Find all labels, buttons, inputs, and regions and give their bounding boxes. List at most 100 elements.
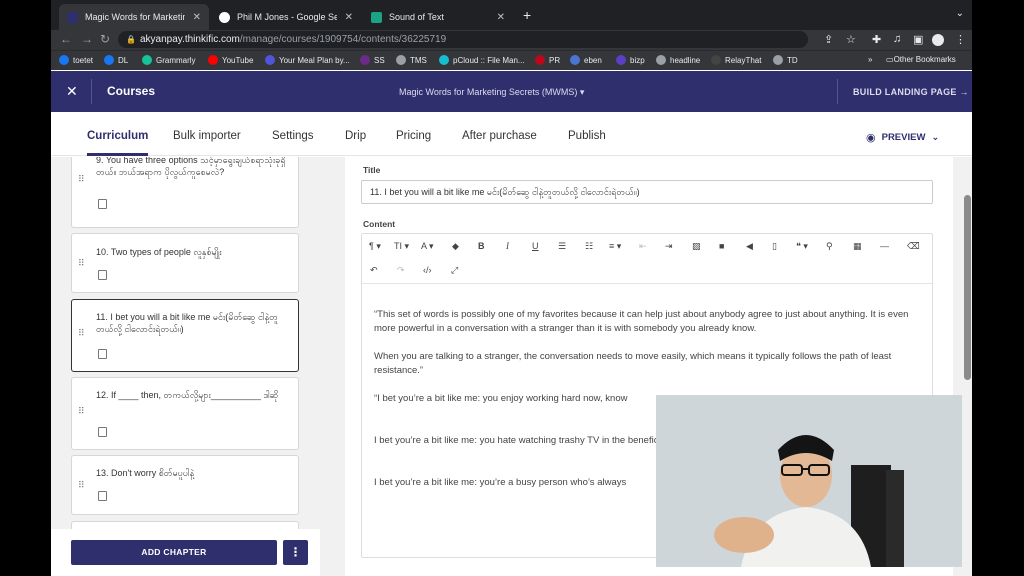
clear-format-icon[interactable]: ⌫ [907,241,920,252]
preview-button[interactable]: ◉ PREVIEW ⌄ [866,131,939,144]
url-host: akyanpay.thinkific.com [140,34,240,45]
tab-search-icon[interactable]: ⌄ [956,8,964,19]
undo-icon[interactable]: ↶ [370,265,378,276]
divider [837,79,838,104]
bookmark-item[interactable]: SS [360,55,385,65]
bookmark-star-icon[interactable]: ☆ [846,33,856,46]
bookmark-item[interactable]: toetet [59,55,93,65]
indent-icon[interactable]: ⇥ [665,241,673,252]
tab-bulk-importer[interactable]: Bulk importer [173,130,241,142]
italic-icon[interactable]: I [506,241,509,251]
google-favicon-icon [219,11,230,23]
ordered-list-icon[interactable]: ☰ [558,241,566,252]
more-options-button[interactable]: ⋮ [283,540,308,565]
bookmark-label: DL [118,55,129,65]
scrollbar-thumb[interactable] [964,195,971,380]
video-icon[interactable]: ■ [719,241,724,251]
lesson-item[interactable]: ⠿ 10. Two types of people လူနှစ်မျိုး [71,233,299,293]
outdent-icon[interactable]: ⇤ [639,241,647,252]
tab-settings[interactable]: Settings [272,130,314,142]
title-input[interactable]: 11. I bet you will a bit like me မင်း(မိ… [361,180,933,204]
font-color-icon[interactable]: A ▾ [421,241,434,252]
bookmark-item[interactable]: eben [570,55,602,65]
bookmark-item[interactable]: RelayThat [711,55,761,65]
browser-tab-3[interactable]: Sound of Text ✕ [363,4,513,30]
side-panel-icon[interactable]: ▣ [913,33,923,46]
webcam-overlay [656,395,962,567]
lesson-item[interactable]: ⠿ 9. You have three options သင့်မှာရွေးခ… [71,157,299,228]
tab-publish[interactable]: Publish [568,130,606,142]
bookmark-item[interactable]: TMS [396,55,427,65]
build-landing-page-button[interactable]: BUILD LANDING PAGE → [853,87,969,97]
back-icon[interactable]: ← [60,32,72,46]
avatar[interactable] [932,34,944,46]
lesson-title: 13. Don't worry စိတ်မပူပါနဲ့ [96,468,195,478]
tab-after-purchase[interactable]: After purchase [462,130,537,142]
table-icon[interactable]: ▦ [853,241,862,252]
extensions-icon[interactable]: ✚ [872,33,881,46]
bookmark-item[interactable]: bizp [616,55,645,65]
other-bookmarks-folder[interactable]: ▭ Other Bookmarks [886,55,956,64]
bookmark-item[interactable]: pCloud :: File Man... [439,55,525,65]
add-chapter-button[interactable]: ADD CHAPTER [71,540,277,565]
tab-pricing[interactable]: Pricing [396,130,431,142]
bookmark-favicon-icon [656,55,666,65]
fullscreen-icon[interactable]: ⤢ [451,265,458,276]
tab-drip[interactable]: Drip [345,130,366,142]
horizontal-rule-icon[interactable]: — [880,241,889,251]
share-icon[interactable]: ⇪ [824,33,833,46]
lesson-item[interactable]: ⠿ 12. If ____ then, တကယ်လို့များ________… [71,377,299,450]
bookmark-item[interactable]: headline [656,55,700,65]
quote-icon[interactable]: ❝ ▾ [796,241,808,252]
drag-handle-icon[interactable]: ⠿ [78,480,85,491]
browser-menu-icon[interactable]: ⋮ [955,33,966,46]
close-icon[interactable]: ✕ [66,83,78,100]
media-icon[interactable]: ♫ [893,33,901,45]
redo-icon[interactable]: ↷ [397,265,405,276]
lesson-item[interactable] [71,521,299,529]
bookmark-item[interactable]: TD [773,55,798,65]
tab-title: Sound of Text [389,12,444,22]
align-icon[interactable]: ≡ ▾ [609,241,621,252]
drag-handle-icon[interactable]: ⠿ [78,174,85,185]
lesson-item-selected[interactable]: ⠿ 11. I bet you will a bit like me မင်း(… [71,299,299,372]
browser-tab-1[interactable]: Magic Words for Marketing Sec ✕ [59,4,209,30]
image-icon[interactable]: ▨ [692,241,701,252]
page-scrollbar[interactable] [963,157,972,576]
bookmark-item[interactable]: PR [535,55,560,65]
bookmarks-overflow-icon[interactable]: » [868,55,872,64]
tab-curriculum[interactable]: Curriculum [87,130,149,156]
underline-icon[interactable]: U [532,241,539,251]
close-tab-icon[interactable]: ✕ [193,12,201,23]
bold-icon[interactable]: B [478,241,485,251]
close-tab-icon[interactable]: ✕ [345,12,353,23]
drag-handle-icon[interactable]: ⠿ [78,258,85,269]
courses-link[interactable]: Courses [107,84,155,98]
browser-tab-2[interactable]: Phil M Jones - Google Search ✕ [211,4,361,30]
bookmark-item[interactable]: DL [104,55,128,65]
highlight-icon[interactable]: ◆ [452,241,459,252]
paragraph-format-icon[interactable]: ¶ ▾ [369,241,381,252]
lesson-title: 10. Two types of people လူနှစ်မျိုး [96,247,222,257]
forward-icon[interactable]: → [81,32,93,46]
audio-icon[interactable]: ◀ [746,241,753,252]
course-selector[interactable]: Magic Words for Marketing Secrets (MWMS)… [399,87,584,98]
file-icon[interactable]: ▯ [772,241,777,252]
bookmark-label: headline [670,55,701,65]
drag-handle-icon[interactable]: ⠿ [78,406,85,417]
unordered-list-icon[interactable]: ☷ [585,241,593,252]
reload-icon[interactable]: ↻ [100,32,110,46]
bookmark-item[interactable]: Grammarly [142,55,196,65]
new-tab-icon[interactable]: + [523,7,531,23]
lesson-list: ⠿ 9. You have three options သင့်မှာရွေးခ… [51,157,320,529]
bookmark-item[interactable]: Your Meal Plan by... [265,55,350,65]
code-view-icon[interactable]: ‹/› [423,265,432,275]
drag-handle-icon[interactable]: ⠿ [78,328,85,339]
lesson-item[interactable]: ⠿ 13. Don't worry စိတ်မပူပါနဲ့ [71,455,299,515]
bookmark-item[interactable]: YouTube [208,55,253,65]
font-size-icon[interactable]: TI ▾ [394,241,409,252]
close-tab-icon[interactable]: ✕ [497,12,505,23]
content-paragraph: When you are talking to a stranger, the … [374,351,892,376]
link-icon[interactable]: ⚲ [826,241,833,252]
address-bar[interactable]: 🔒 akyanpay.thinkific.com/manage/courses/… [118,31,808,48]
